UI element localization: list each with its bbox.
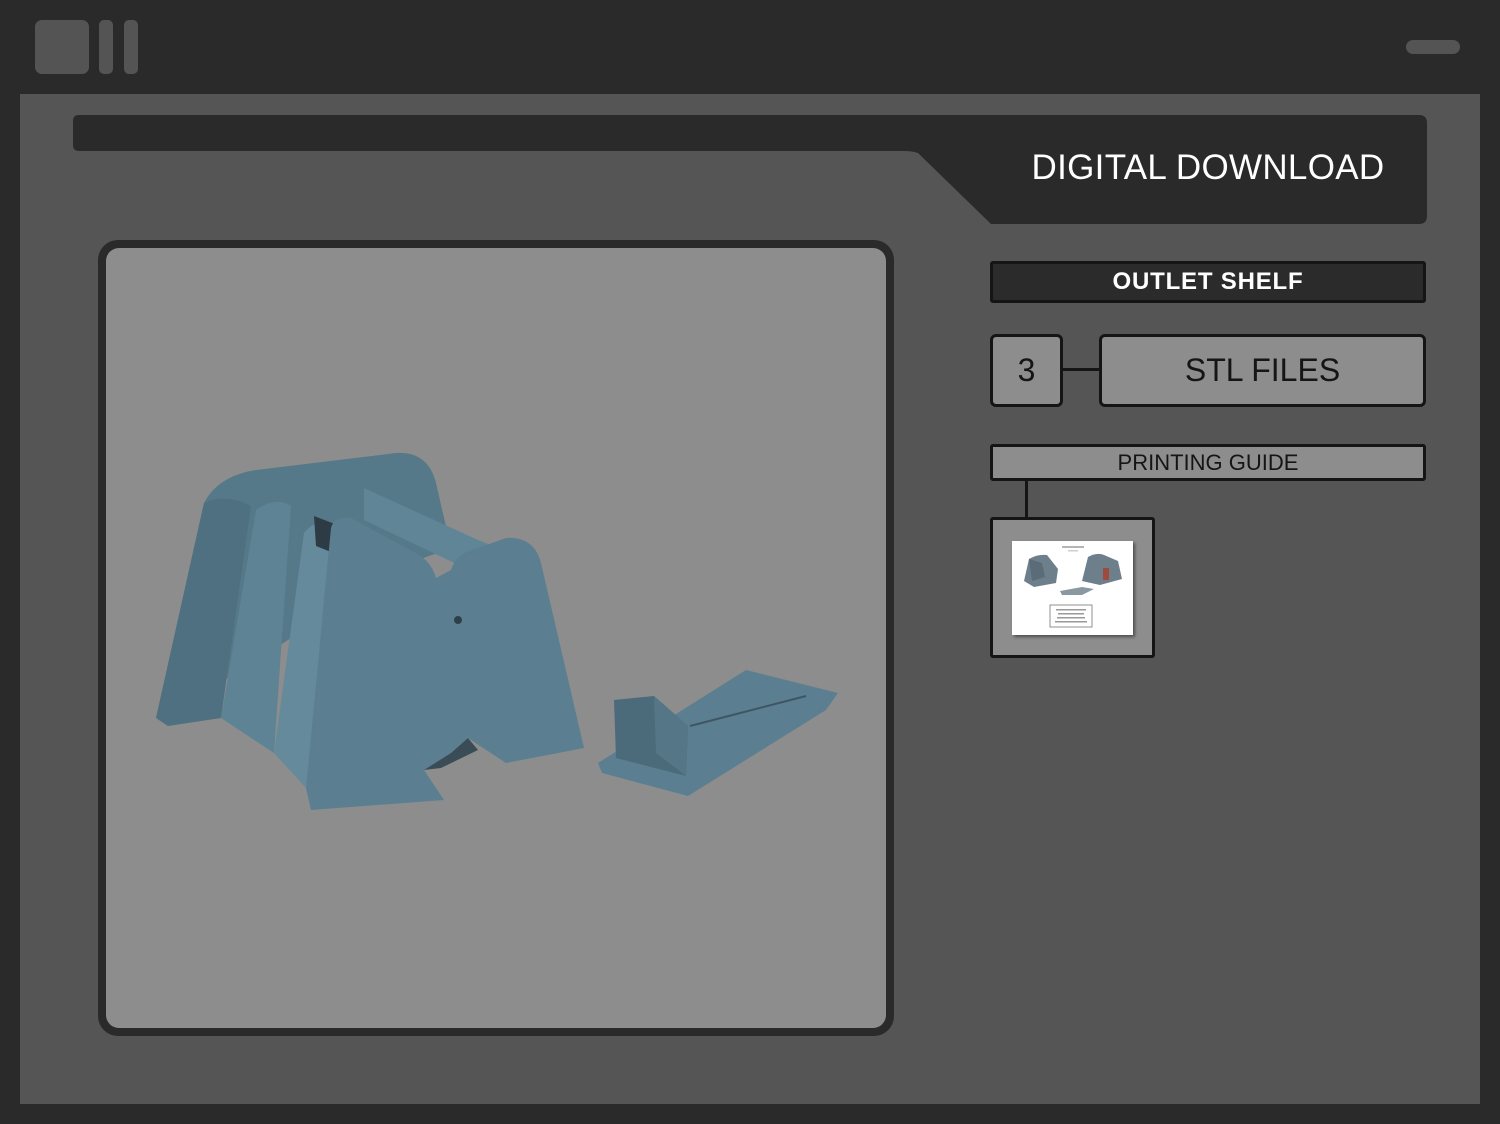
model-preview[interactable] <box>106 248 886 1028</box>
window-square-icon[interactable] <box>35 20 89 74</box>
connector-line <box>1063 368 1100 371</box>
printing-guide-label[interactable]: PRINTING GUIDE <box>990 444 1426 481</box>
page-title: DIGITAL DOWNLOAD <box>1031 148 1385 187</box>
screw-hole <box>454 616 462 624</box>
connector-line <box>1025 480 1028 518</box>
guide-page-image <box>1024 546 1122 628</box>
front-face <box>306 517 584 810</box>
file-count-badge: 3 <box>990 334 1063 407</box>
product-name-label: OUTLET SHELF <box>990 261 1426 303</box>
stl-files-button[interactable]: STL FILES <box>1099 334 1426 407</box>
minimize-pill-icon[interactable] <box>1406 40 1460 54</box>
guide-page-preview <box>1012 541 1133 635</box>
window-bar-icon[interactable] <box>99 20 113 74</box>
model-preview-frame <box>98 240 894 1036</box>
window-titlebar <box>0 0 1500 94</box>
window-bar-icon[interactable] <box>124 20 138 74</box>
outlet-shelf-render <box>156 452 838 810</box>
printing-guide-thumbnail[interactable] <box>990 517 1155 658</box>
